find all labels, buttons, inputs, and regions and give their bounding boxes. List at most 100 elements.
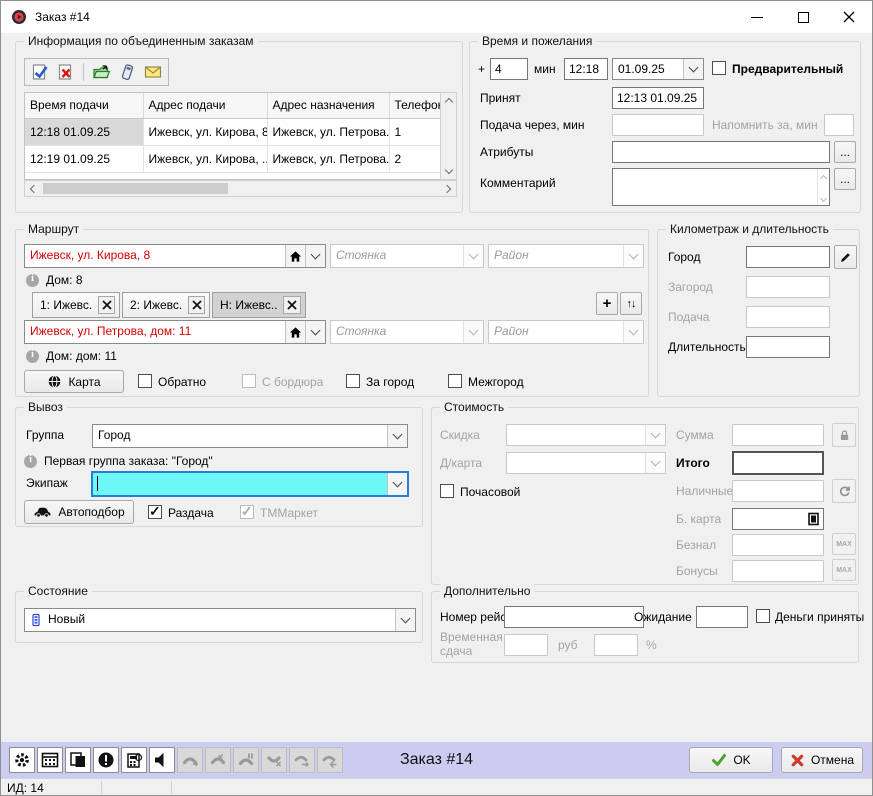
pickup-time-input[interactable] xyxy=(564,58,608,80)
rub-label: руб xyxy=(558,638,578,652)
bankcard-input[interactable] xyxy=(732,508,824,530)
col-header-phone[interactable]: Телефон xyxy=(389,93,440,118)
from-address-combo[interactable]: Ижевск, ул. Кирова, 8 xyxy=(24,244,326,268)
cell-pickup-address[interactable]: Ижевск, ул. Кирова, ... xyxy=(143,145,267,172)
dropdown-button[interactable] xyxy=(623,245,643,267)
waypoint-tab-2[interactable]: 2: Ижевс... xyxy=(122,292,210,318)
lock-sum-button xyxy=(832,423,856,447)
pencil-icon xyxy=(839,251,852,264)
cell-destination-address[interactable]: Ижевск, ул. Петрова... xyxy=(267,118,389,145)
attributes-input[interactable] xyxy=(612,141,830,163)
return-trip-checkbox[interactable] xyxy=(138,374,152,388)
ok-button[interactable]: OK xyxy=(689,747,773,773)
crew-combo[interactable] xyxy=(92,472,408,496)
close-waypoint-icon[interactable] xyxy=(283,296,301,314)
comment-label: Комментарий xyxy=(480,176,556,190)
scroll-up-arrow[interactable] xyxy=(441,93,456,108)
table-horizontal-scrollbar[interactable] xyxy=(24,180,457,197)
settings-button[interactable] xyxy=(9,747,35,773)
waypoint-tab-destination[interactable]: Н: Ижевс... xyxy=(212,292,306,318)
group-combo[interactable]: Город xyxy=(92,424,408,448)
city-km-input[interactable] xyxy=(746,246,830,268)
map-button[interactable]: Карта xyxy=(24,370,124,393)
home-button[interactable] xyxy=(285,245,305,267)
cell-phone[interactable]: 1 xyxy=(389,118,440,145)
close-waypoint-icon[interactable] xyxy=(98,296,115,314)
call-client-button[interactable] xyxy=(116,61,138,83)
cell-pickup-address[interactable]: Ижевск, ул. Кирова, 8 xyxy=(143,118,267,145)
close-waypoint-icon[interactable] xyxy=(188,296,205,314)
to-parking-combo[interactable]: Стоянка xyxy=(330,320,484,344)
scroll-right-arrow[interactable] xyxy=(441,181,456,196)
scrollbar-thumb[interactable] xyxy=(43,183,228,194)
col-header-destination-address[interactable]: Адрес назначения xyxy=(267,93,389,118)
globe-icon xyxy=(47,374,62,389)
preliminary-checkbox[interactable] xyxy=(712,61,726,75)
sound-button[interactable] xyxy=(149,747,175,773)
route-group: Маршрут Ижевск, ул. Кирова, 8 Стоянка Ра… xyxy=(15,229,649,397)
hourly-checkbox[interactable] xyxy=(440,484,454,498)
open-order-button[interactable] xyxy=(90,61,112,83)
distribution-checkbox[interactable] xyxy=(148,505,162,519)
add-waypoint-button[interactable]: + xyxy=(596,292,618,315)
reorder-waypoints-button[interactable]: ↑↓ xyxy=(620,292,642,315)
money-received-checkbox[interactable] xyxy=(756,609,770,623)
attributes-more-button[interactable]: ... xyxy=(834,141,856,163)
dropdown-button[interactable] xyxy=(463,245,483,267)
col-header-pickup-address[interactable]: Адрес подачи xyxy=(143,93,267,118)
document-check-icon xyxy=(31,63,49,81)
cancel-button[interactable]: Отмена xyxy=(781,747,863,773)
state-combo[interactable]: Новый xyxy=(24,608,416,632)
dropdown-button[interactable] xyxy=(305,321,325,343)
minimize-button[interactable] xyxy=(734,1,780,33)
dropdown-button[interactable] xyxy=(387,473,407,495)
comment-textarea[interactable] xyxy=(612,168,830,206)
temp-change-label-line1: Временная xyxy=(440,630,503,644)
intercity-checkbox[interactable] xyxy=(448,374,462,388)
calendar-button[interactable] xyxy=(37,747,63,773)
accept-order-button[interactable] xyxy=(29,61,51,83)
title-bar: Заказ #14 xyxy=(1,1,872,33)
to-address-combo[interactable]: Ижевск, ул. Петрова, дом: 11 xyxy=(24,320,326,344)
accepted-time-field[interactable] xyxy=(612,87,704,109)
col-header-pickup-time[interactable]: Время подачи xyxy=(25,93,143,118)
dropdown-button[interactable] xyxy=(387,425,407,447)
edit-mileage-button[interactable] xyxy=(834,245,857,269)
cell-phone[interactable]: 2 xyxy=(389,145,440,172)
pickup-date-combo[interactable]: 01.09.25 xyxy=(612,58,704,80)
home-button[interactable] xyxy=(285,321,305,343)
table-vertical-scrollbar[interactable] xyxy=(440,92,457,180)
cell-pickup-time[interactable]: 12:19 01.09.25 xyxy=(25,145,143,172)
from-parking-combo[interactable]: Стоянка xyxy=(330,244,484,268)
comment-spinner[interactable] xyxy=(817,169,829,205)
duration-input[interactable] xyxy=(746,336,830,358)
comment-more-button[interactable]: ... xyxy=(834,168,856,190)
total-input[interactable] xyxy=(732,451,824,475)
out-of-town-checkbox[interactable] xyxy=(346,374,360,388)
maximize-button[interactable] xyxy=(780,1,826,33)
important-info-button[interactable] xyxy=(93,747,119,773)
delete-order-button[interactable] xyxy=(55,61,77,83)
dropdown-button[interactable] xyxy=(305,245,325,267)
cell-pickup-time[interactable]: 12:18 01.09.25 xyxy=(25,118,143,145)
to-district-combo[interactable]: Район xyxy=(488,320,644,344)
tariff-calculator-button[interactable] xyxy=(121,747,147,773)
flight-number-input[interactable] xyxy=(504,606,644,628)
dropdown-button[interactable] xyxy=(623,321,643,343)
auto-assign-button[interactable]: Автоподбор xyxy=(24,500,134,524)
waypoint-tab-1[interactable]: 1: Ижевс... xyxy=(32,292,120,318)
from-district-combo[interactable]: Район xyxy=(488,244,644,268)
copy-order-button[interactable] xyxy=(65,747,91,773)
minimize-icon xyxy=(751,17,763,18)
dropdown-button[interactable] xyxy=(463,321,483,343)
dropdown-button[interactable] xyxy=(683,59,703,79)
app-icon xyxy=(11,9,27,25)
scroll-left-arrow[interactable] xyxy=(25,181,40,196)
waiting-input[interactable] xyxy=(696,606,748,628)
scroll-down-arrow[interactable] xyxy=(441,164,456,179)
cell-destination-address[interactable]: Ижевск, ул. Петрова... xyxy=(267,145,389,172)
send-mail-button[interactable] xyxy=(142,61,164,83)
close-button[interactable] xyxy=(826,1,872,33)
dropdown-button[interactable] xyxy=(395,609,415,631)
minutes-offset-input[interactable] xyxy=(490,58,528,80)
